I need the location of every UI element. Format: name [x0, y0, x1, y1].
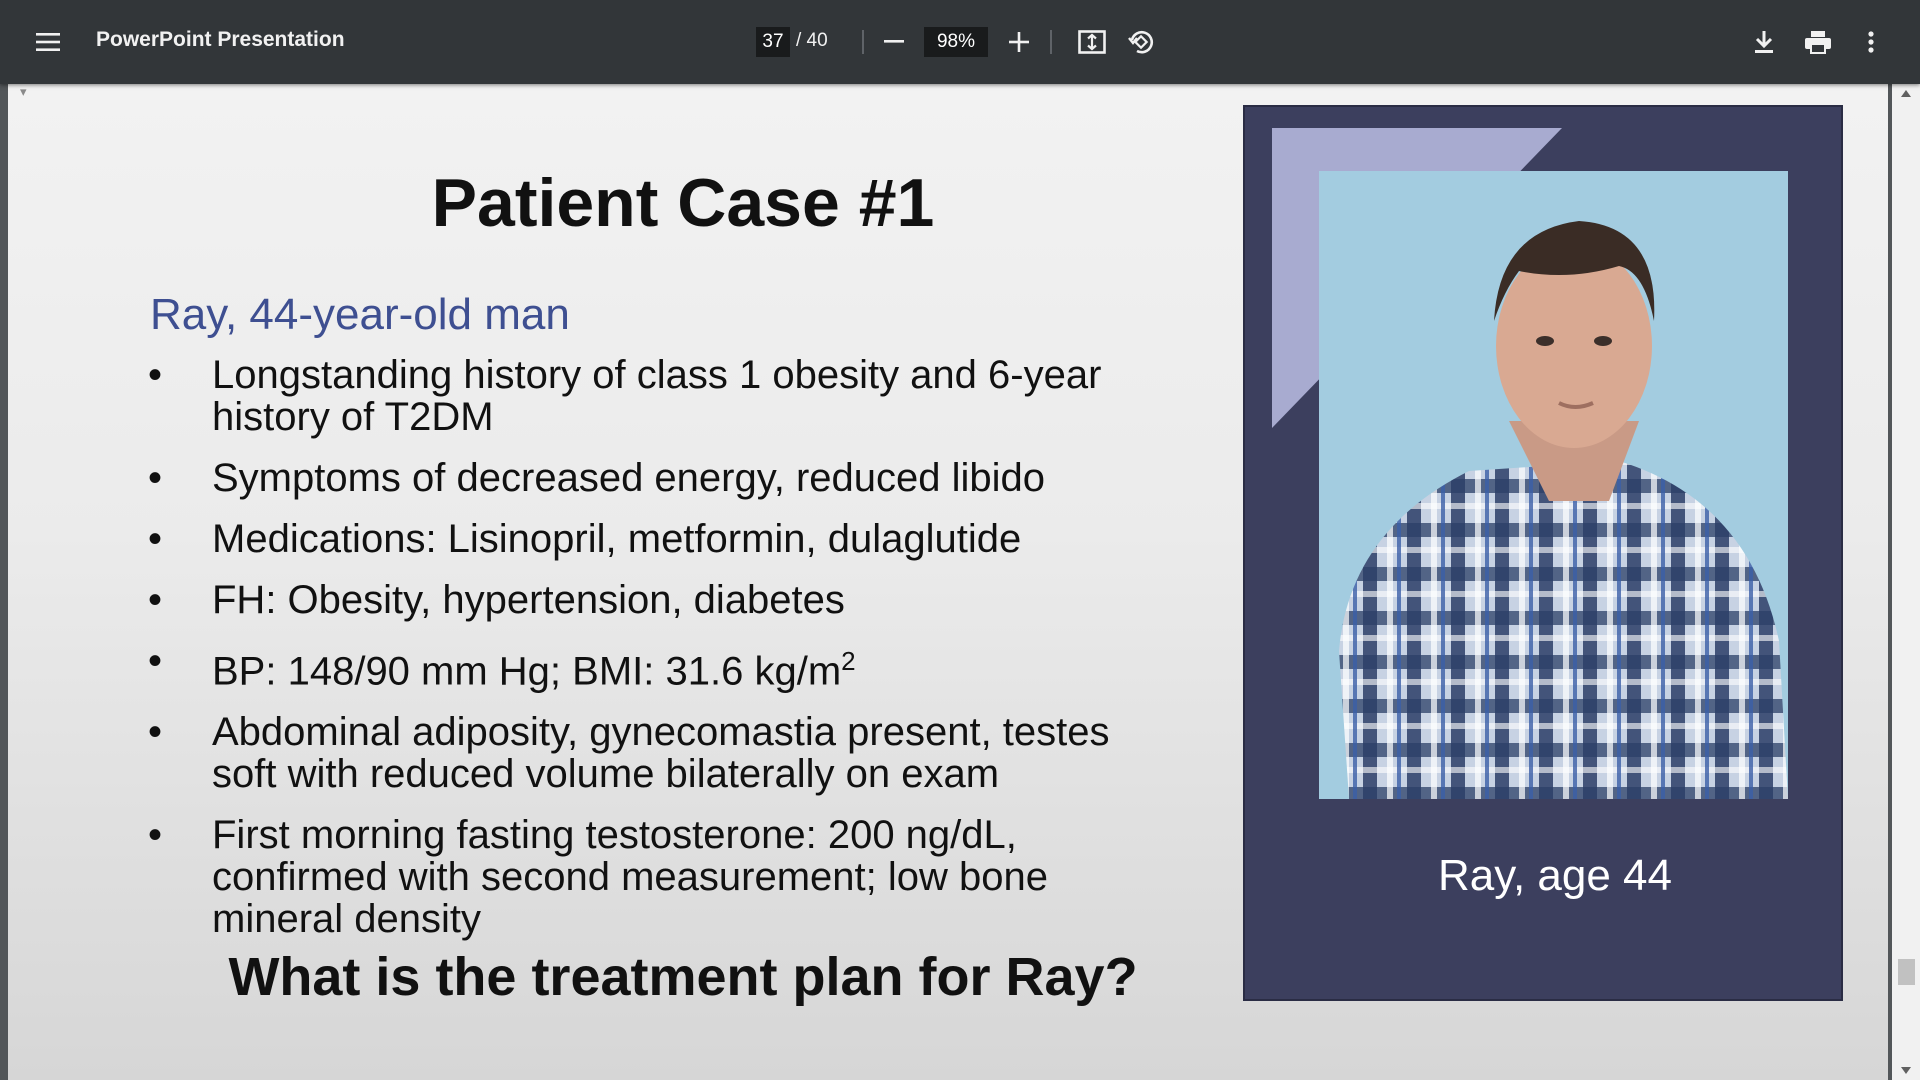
- scroll-down-arrow-icon[interactable]: [1901, 1067, 1911, 1074]
- scroll-up-arrow-icon[interactable]: [1901, 90, 1911, 97]
- slide-page: ▾ Patient Case #1 Ray, 44-year-old man •…: [8, 84, 1888, 1080]
- document-viewer[interactable]: ▾ Patient Case #1 Ray, 44-year-old man •…: [0, 84, 1920, 1080]
- bullet-item: • Medications: Lisinopril, metformin, dul…: [148, 518, 1148, 560]
- bullet-marker: •: [148, 710, 163, 755]
- photo-panel: Ray, age 44: [1243, 105, 1843, 1001]
- vertical-scrollbar[interactable]: [1892, 84, 1920, 1080]
- bullet-marker: •: [148, 813, 163, 858]
- plus-icon: [1009, 32, 1029, 52]
- more-vertical-icon: [1868, 31, 1874, 53]
- photo-caption: Ray, age 44: [1437, 851, 1672, 900]
- slide-title: Patient Case #1: [431, 165, 935, 241]
- rotate-button[interactable]: [1124, 24, 1158, 60]
- bullet-item: • Abdominal adiposity, gynecomastia prese…: [148, 711, 1148, 795]
- bullet-text: Symptoms of decreased energy, reduced li…: [212, 456, 1046, 500]
- zoom-in-button[interactable]: [1003, 24, 1035, 60]
- bullet-text: Abdominal adiposity, gynecomastia presen…: [212, 710, 1110, 797]
- bullet-marker: •: [148, 517, 163, 561]
- more-options-button[interactable]: [1856, 24, 1886, 60]
- fit-to-page-icon: [1078, 30, 1106, 54]
- toolbar-divider: [862, 30, 864, 54]
- bullet-text: First morning fasting testosterone: 200 …: [212, 813, 1048, 942]
- slide-subtitle: Ray, 44-year-old man: [150, 290, 570, 339]
- bullet-text: FH: Obesity, hypertension, diabetes: [212, 578, 845, 622]
- page-number-input[interactable]: 37: [756, 27, 790, 57]
- download-button[interactable]: [1747, 24, 1781, 60]
- zoom-input[interactable]: 98%: [924, 27, 988, 57]
- minus-icon: [884, 40, 904, 43]
- bullet-list: • Longstanding history of class 1 obesity…: [148, 354, 1148, 959]
- rotate-icon: [1128, 30, 1154, 54]
- bmi-superscript: 2: [841, 646, 856, 676]
- pdf-toolbar: PowerPoint Presentation 37 / 40 98%: [0, 0, 1920, 84]
- caret-down-icon: ▾: [20, 84, 27, 99]
- bullet-marker: •: [148, 353, 163, 397]
- bullet-text: Medications: Lisinopril, metformin, dula…: [212, 517, 1022, 561]
- scrollbar-thumb[interactable]: [1898, 959, 1915, 985]
- hamburger-menu-icon[interactable]: [30, 22, 66, 62]
- bullet-item: • First morning fasting testosterone: 200…: [148, 814, 1148, 940]
- patient-photo: [1319, 171, 1788, 799]
- print-button[interactable]: [1800, 24, 1836, 60]
- bullet-marker: •: [148, 639, 163, 683]
- slide-question: What is the treatment plan for Ray?: [228, 947, 1138, 1007]
- bullet-marker: •: [148, 456, 163, 500]
- bullet-text: BP: 148/90 mm Hg; BMI: 31.6 kg/m: [212, 649, 842, 694]
- fit-to-page-button[interactable]: [1076, 24, 1108, 60]
- download-icon: [1755, 31, 1773, 53]
- bullet-item: • Longstanding history of class 1 obesity…: [148, 354, 1148, 438]
- document-title: PowerPoint Presentation: [96, 28, 345, 51]
- print-icon: [1805, 31, 1831, 54]
- bullet-text: Longstanding history of class 1 obesity …: [212, 353, 1102, 439]
- toolbar-divider: [1050, 30, 1052, 54]
- bullet-item: • FH: Obesity, hypertension, diabetes: [148, 579, 1148, 621]
- patient-portrait-image: [1339, 221, 1788, 799]
- page-total: / 40: [796, 30, 828, 51]
- bullet-marker: •: [148, 578, 163, 622]
- bullet-item: • BP: 148/90 mm Hg; BMI: 31.6 kg/m2: [148, 640, 1148, 692]
- zoom-out-button[interactable]: [879, 24, 909, 60]
- bullet-item: • Symptoms of decreased energy, reduced l…: [148, 457, 1148, 499]
